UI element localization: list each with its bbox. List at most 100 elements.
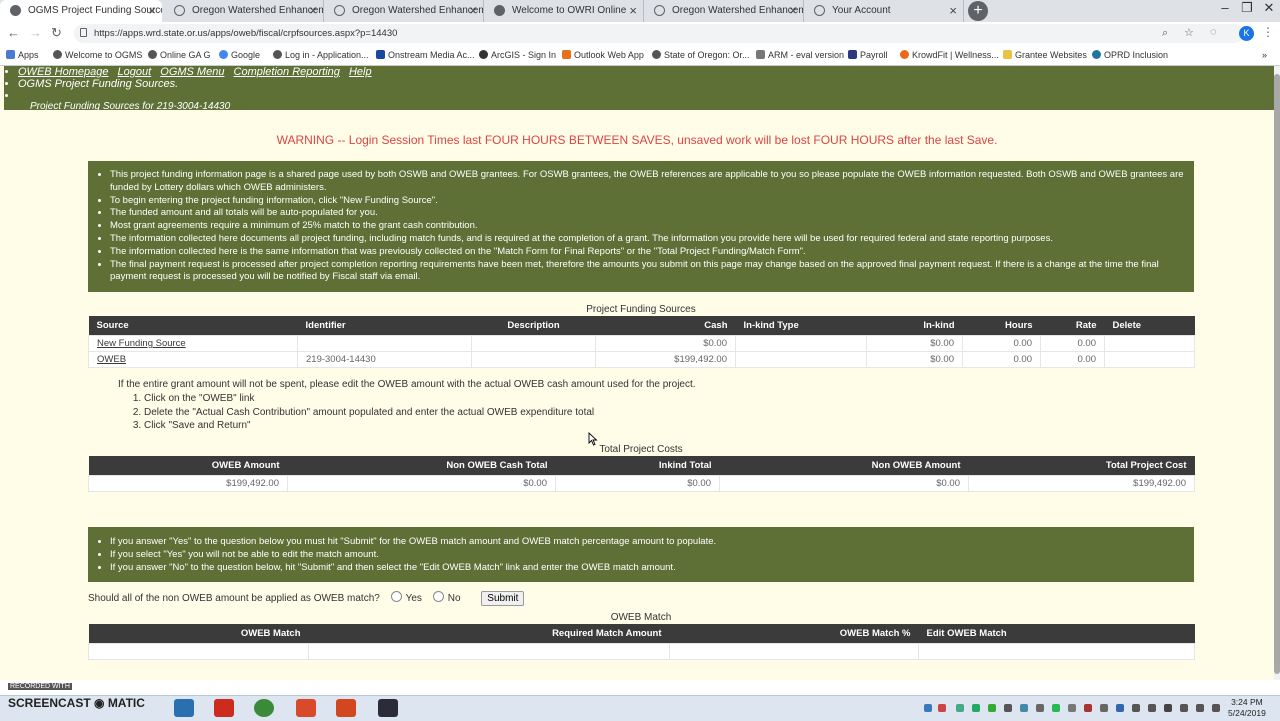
nav-link-completion-reporting[interactable]: Completion Reporting <box>234 66 340 78</box>
bookmark-grantee-websites[interactable]: Grantee Websites <box>1003 50 1087 60</box>
extension-icon[interactable]: ◌ <box>1210 26 1217 38</box>
tab-owri[interactable]: Welcome to OWRI Online × <box>484 0 644 22</box>
bookmark-google[interactable]: Google <box>219 50 260 60</box>
cell-empty <box>918 643 1195 660</box>
nav-link-oweb-homepage[interactable]: OWEB Homepage <box>18 66 108 78</box>
col-header-cash: Cash <box>595 316 736 336</box>
tray-icon[interactable] <box>1004 704 1012 712</box>
new-funding-source-link[interactable]: New Funding Source <box>97 338 186 349</box>
cell-inkind-total: $0.00 <box>555 475 720 492</box>
tray-icon[interactable] <box>1148 704 1156 712</box>
screen-recorder-icon[interactable] <box>378 699 398 717</box>
funding-sources-title: Project Funding Sources <box>586 304 696 315</box>
bookmark-login-app[interactable]: Log in - Application... <box>273 50 369 60</box>
no-radio[interactable] <box>432 591 444 602</box>
tab-label: Oregon Watershed Enhancemen <box>352 5 484 16</box>
reload-icon[interactable]: ↻ <box>51 25 62 41</box>
chrome-icon[interactable] <box>254 699 274 717</box>
tray-icon[interactable] <box>1068 704 1076 712</box>
tray-icon[interactable] <box>1100 704 1108 712</box>
cell-cash: $0.00 <box>595 335 736 352</box>
tab-oweb-2[interactable]: Oregon Watershed Enhancemen × <box>324 0 484 22</box>
close-tab-icon[interactable]: × <box>148 3 156 18</box>
bookmarks-overflow-icon[interactable]: » <box>1262 50 1267 60</box>
back-icon[interactable]: ← <box>7 25 20 40</box>
oweb-source-link[interactable]: OWEB <box>97 354 126 365</box>
bookmark-welcome-ogms[interactable]: Welcome to OGMS <box>53 50 142 60</box>
match-bullet: If you select "Yes" you will not be able… <box>110 549 1194 562</box>
tray-icon[interactable] <box>1084 704 1092 712</box>
tray-icon[interactable] <box>924 704 932 712</box>
close-tab-icon[interactable]: × <box>789 3 797 18</box>
clock-date: 5/24/2019 <box>1228 708 1266 718</box>
forward-icon[interactable]: → <box>29 25 42 40</box>
bookmark-payroll[interactable]: Payroll <box>848 50 888 60</box>
cell-rate: 0.00 <box>1040 335 1105 352</box>
match-bullet: If you answer "No" to the question below… <box>110 562 1194 575</box>
nav-link-help[interactable]: Help <box>349 66 372 78</box>
minimize-icon[interactable]: – <box>1214 0 1236 15</box>
tray-icon[interactable] <box>1196 704 1204 712</box>
bookmark-outlook[interactable]: Outlook Web App <box>562 50 644 60</box>
bookmark-arcgis[interactable]: ArcGIS - Sign In <box>479 50 556 60</box>
bookmark-state-oregon[interactable]: State of Oregon: Or... <box>652 50 750 60</box>
volume-icon[interactable] <box>1164 704 1172 712</box>
tab-label: Your Account <box>832 5 891 16</box>
tab-your-account[interactable]: Your Account × <box>804 0 964 22</box>
col-header-rate: Rate <box>1040 316 1105 336</box>
bookmark-apps[interactable]: Apps <box>6 50 39 60</box>
powerpoint-icon[interactable] <box>336 699 356 717</box>
page-content: OWEB Homepage Logout OGMS Menu Completio… <box>0 66 1274 680</box>
profile-avatar[interactable]: K <box>1239 26 1254 41</box>
cell-inkind: $0.00 <box>866 335 963 352</box>
tray-icon[interactable] <box>1212 704 1220 712</box>
tray-icon[interactable] <box>988 704 996 712</box>
maximize-icon[interactable]: ❐ <box>1236 0 1258 16</box>
tray-icon[interactable] <box>1052 704 1060 712</box>
nav-link-ogms-menu[interactable]: OGMS Menu <box>160 66 224 78</box>
close-tab-icon[interactable]: × <box>949 3 957 18</box>
bookmark-arm[interactable]: ARM - eval version <box>756 50 844 60</box>
tray-icon[interactable] <box>1036 704 1044 712</box>
tab-ogms-funding[interactable]: OGMS Project Funding Sources × <box>0 0 162 22</box>
col-header-oweb-match-pct: OWEB Match % <box>669 624 919 644</box>
tray-icon[interactable] <box>1020 704 1028 712</box>
bookmark-online-ga[interactable]: Online GA G <box>148 50 211 60</box>
yes-label: Yes <box>405 593 422 604</box>
globe-icon <box>148 50 157 59</box>
close-tab-icon[interactable]: × <box>629 3 637 18</box>
menu-icon[interactable]: ⋮ <box>1262 25 1274 39</box>
zoom-icon[interactable]: ⌕ <box>1162 27 1168 40</box>
taskbar-stack-icon[interactable] <box>296 699 316 717</box>
bookmark-krowdfit[interactable]: KrowdFit | Wellness... <box>900 50 999 60</box>
acrobat-icon[interactable] <box>214 699 234 717</box>
address-bar[interactable]: https://apps.wrd.state.or.us/apps/oweb/f… <box>74 24 1244 43</box>
bluetooth-icon[interactable] <box>1116 704 1124 712</box>
tray-icon[interactable] <box>938 704 946 712</box>
close-tab-icon[interactable]: × <box>309 3 317 18</box>
bookmark-onstream[interactable]: Onstream Media Ac... <box>376 50 475 60</box>
bookmark-star-icon[interactable]: ☆ <box>1184 26 1194 39</box>
cell-oweb-amount: $199,492.00 <box>88 475 288 492</box>
taskbar-clock[interactable]: 3:24 PM 5/24/2019 <box>1228 697 1266 719</box>
screencast-watermark: RECORDED WITH SCREENCAST ◉ MATIC <box>0 680 170 720</box>
no-label: No <box>447 593 461 604</box>
submit-button[interactable]: Submit <box>481 591 525 606</box>
taskbar-app-icon[interactable] <box>174 699 194 717</box>
cell-cash: $199,492.00 <box>595 351 736 368</box>
close-window-icon[interactable]: ✕ <box>1258 0 1280 16</box>
tray-icon[interactable] <box>1132 704 1140 712</box>
instruction-step: Delete the "Actual Cash Contribution" am… <box>144 406 696 420</box>
scrollbar-thumb[interactable] <box>1274 74 1280 674</box>
close-tab-icon[interactable]: × <box>469 3 477 18</box>
bookmark-oprd[interactable]: OPRD Inclusion <box>1092 50 1168 60</box>
tab-oweb-3[interactable]: Oregon Watershed Enhancemen × <box>644 0 804 22</box>
yes-radio[interactable] <box>390 591 402 602</box>
tray-icon[interactable] <box>956 704 964 712</box>
new-tab-button[interactable]: + <box>968 1 988 21</box>
tray-icon[interactable] <box>972 704 980 712</box>
tab-oweb-1[interactable]: Oregon Watershed Enhancemen × <box>164 0 324 22</box>
cell-description <box>471 335 596 352</box>
nav-link-logout[interactable]: Logout <box>118 66 152 78</box>
network-icon[interactable] <box>1180 704 1188 712</box>
